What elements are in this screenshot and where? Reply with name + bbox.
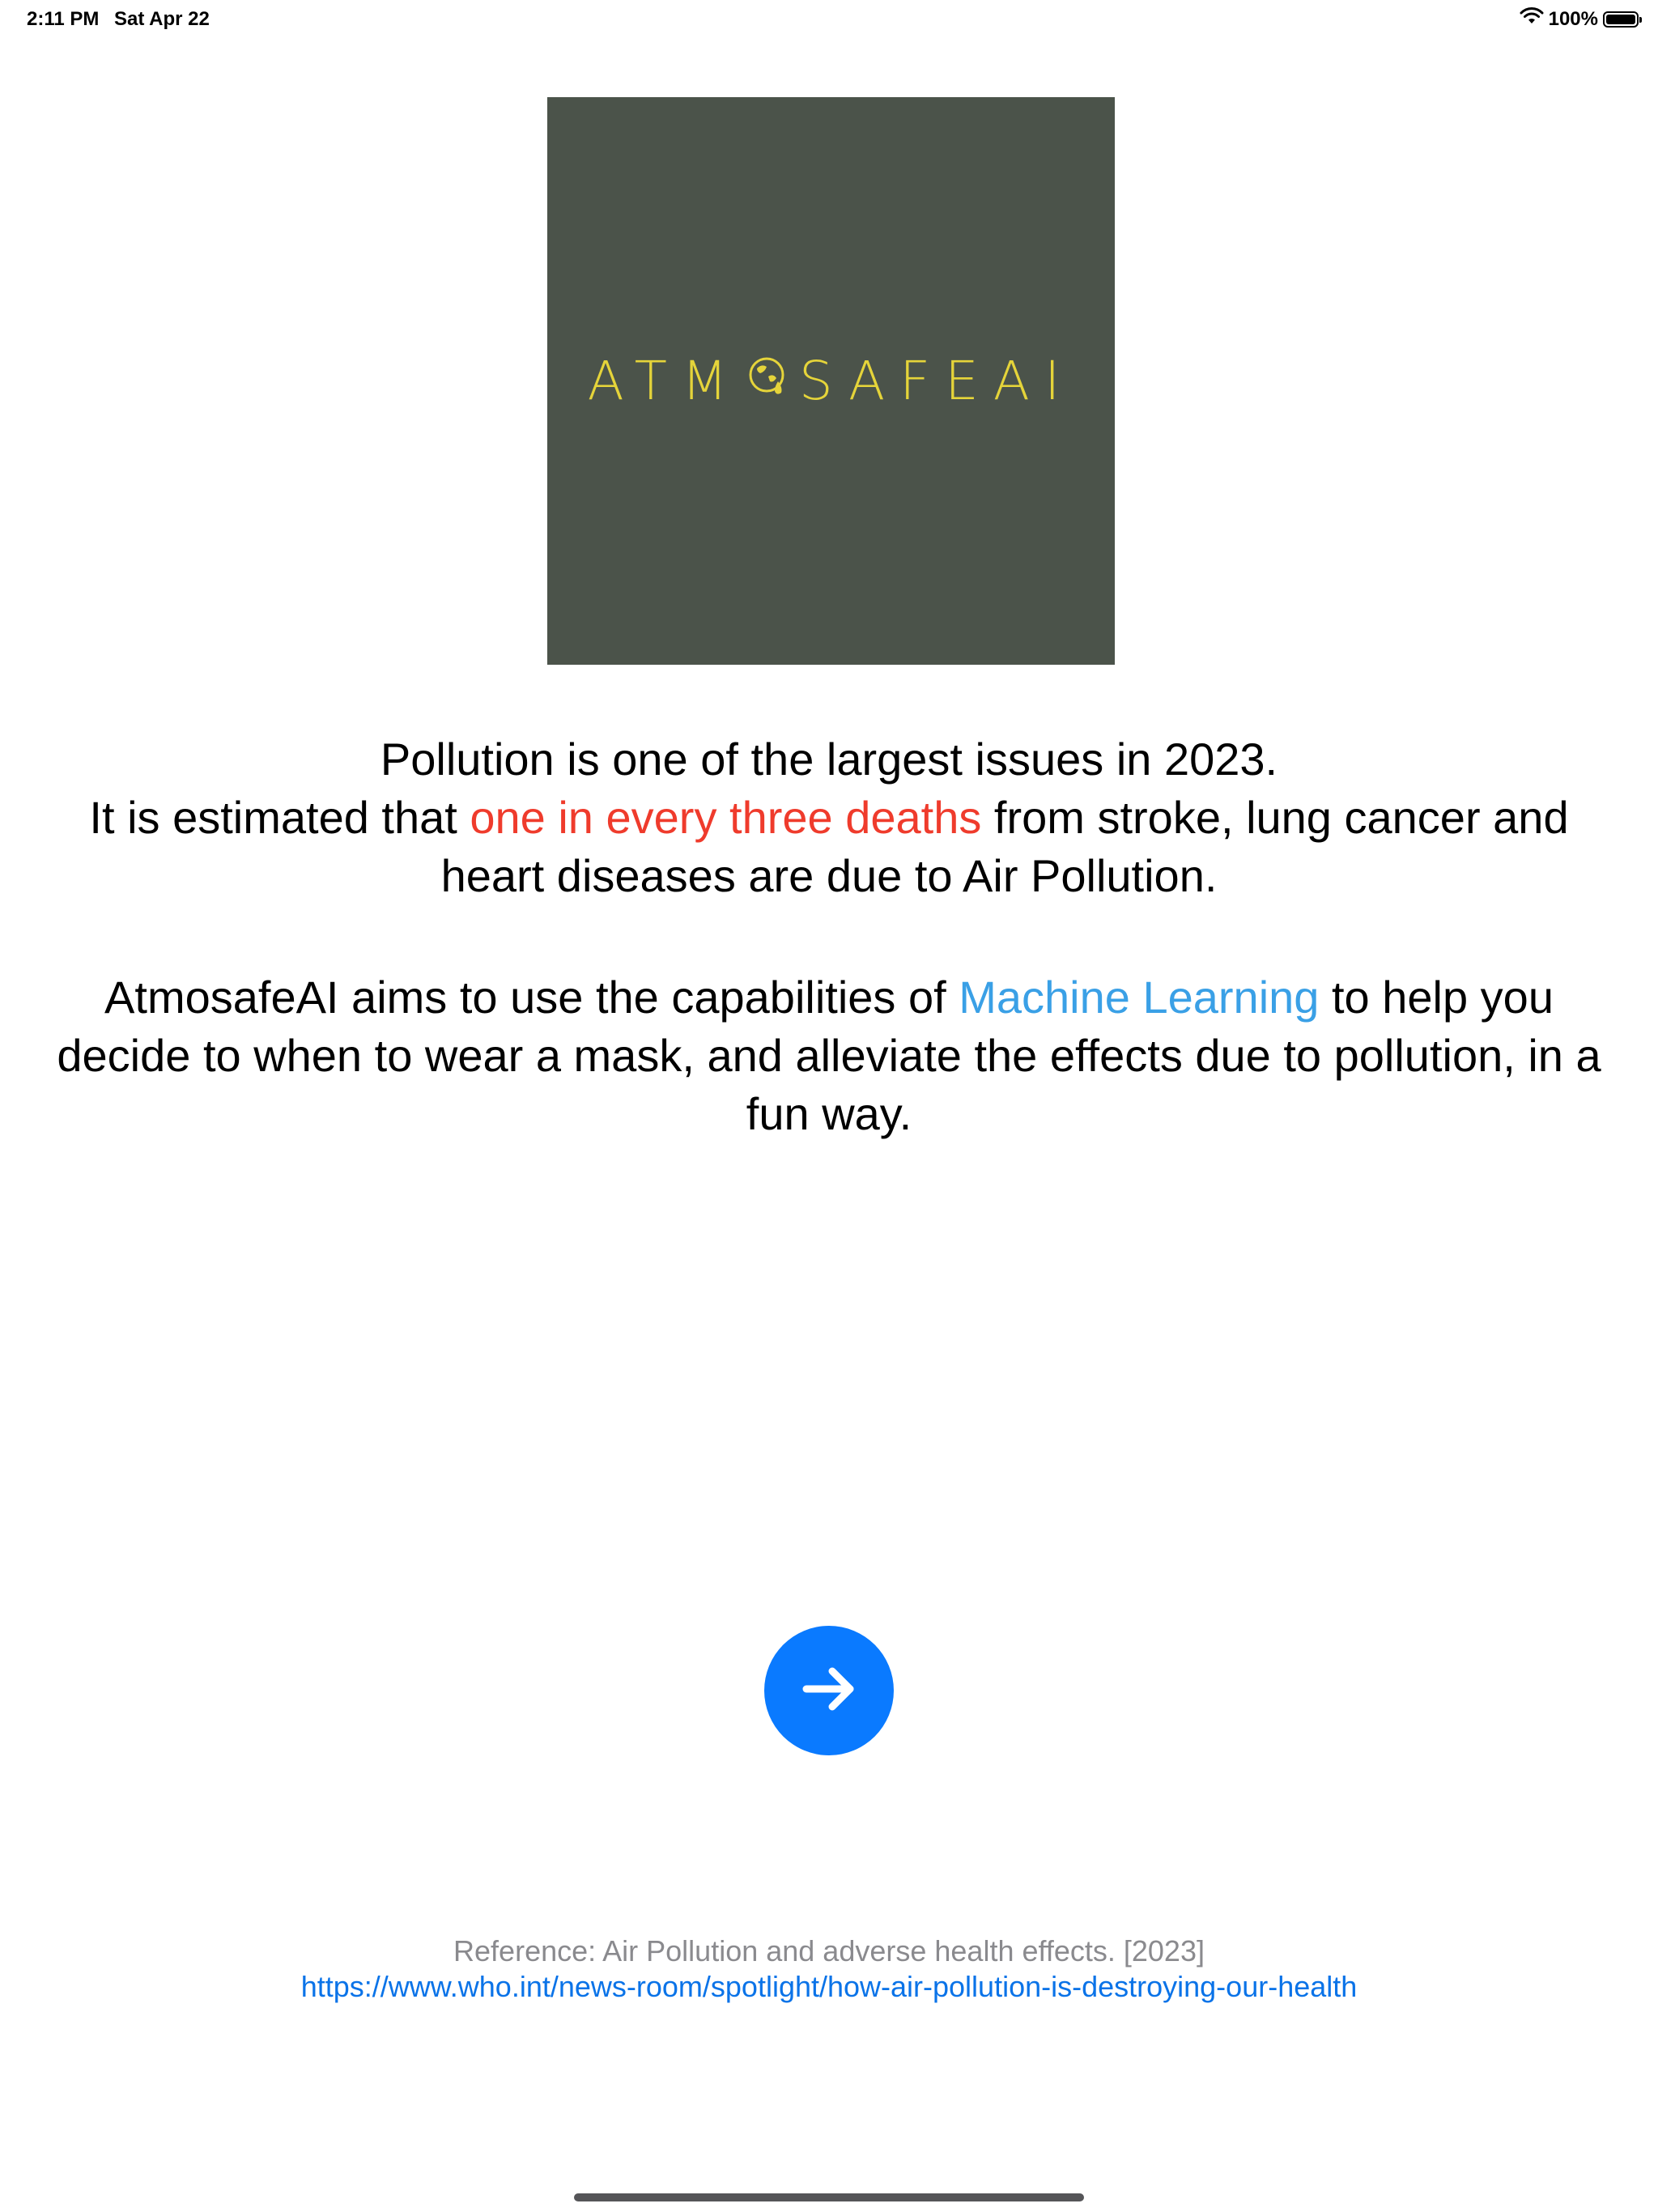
logo-text-start: ATM [587,350,742,412]
intro-line-2-start: It is estimated that [89,792,470,843]
reference-label: Reference: Air Pollution and adverse hea… [453,1934,1205,1967]
deaths-statistic-highlight: one in every three deaths [470,792,982,843]
battery-cap [1639,16,1642,23]
intro-line-1: Pollution is one of the largest issues i… [380,734,1278,785]
app-logo: ATM SAFEAI [547,97,1115,665]
status-indicators: 100% [1520,6,1642,32]
arrow-right-icon [795,1655,863,1727]
logo-wordmark: ATM SAFEAI [588,350,1075,412]
reference-block: Reference: Air Pollution and adverse hea… [0,1933,1658,2005]
intro-paragraph: Pollution is one of the largest issues i… [32,730,1626,905]
next-button[interactable] [764,1626,894,1755]
logo-text-end: SAFEAI [798,350,1075,412]
status-time: 2:11 PM [27,8,100,30]
wifi-icon [1520,6,1544,32]
status-bar: 2:11 PM Sat Apr 22 100% [0,0,1658,39]
battery-icon [1603,11,1642,28]
globe-icon [746,350,791,412]
onboarding-screen: 2:11 PM Sat Apr 22 100% ATM SAFEAI Pollu… [0,0,1658,2212]
status-date: Sat Apr 22 [114,8,210,30]
machine-learning-highlight: Machine Learning [959,972,1320,1023]
reference-link[interactable]: https://www.who.int/news-room/spotlight/… [0,1969,1658,2005]
battery-percentage: 100% [1548,7,1598,30]
home-indicator[interactable] [574,2193,1084,2201]
battery-fill [1606,14,1635,24]
mission-paragraph: AtmosafeAI aims to use the capabilities … [32,968,1626,1143]
mission-start: AtmosafeAI aims to use the capabilities … [104,972,959,1023]
